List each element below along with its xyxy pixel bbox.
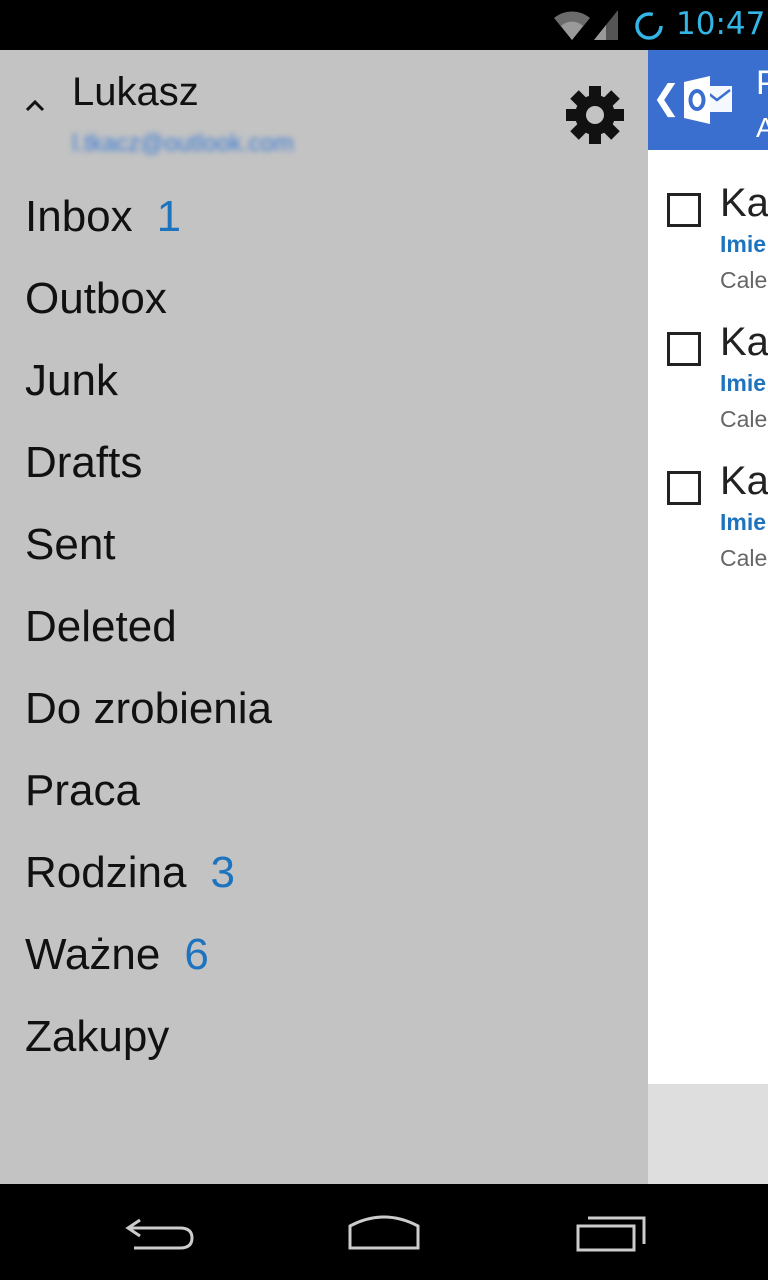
- navigation-drawer: Lukasz l.tkacz@outlook.com Inbox 1 Outbox…: [0, 50, 648, 1184]
- folder-item-deleted[interactable]: Deleted: [0, 590, 648, 672]
- folder-label: Inbox: [25, 192, 133, 241]
- task-checkbox[interactable]: [667, 471, 701, 505]
- header-subtitle: A: [756, 112, 768, 143]
- app-bar: [648, 1084, 768, 1184]
- home-icon[interactable]: [344, 1204, 424, 1260]
- unread-count-badge: 3: [210, 848, 235, 897]
- folder-label: Drafts: [25, 438, 143, 487]
- folder-item-sent[interactable]: Sent: [0, 508, 648, 590]
- system-nav-bar: [0, 1184, 768, 1280]
- folder-item-wazne[interactable]: Ważne 6: [0, 918, 648, 1000]
- folder-item-outbox[interactable]: Outbox: [0, 262, 648, 344]
- gear-icon[interactable]: [564, 84, 626, 146]
- folder-item-drafts[interactable]: Drafts: [0, 426, 648, 508]
- status-clock: 10:47: [676, 6, 766, 42]
- signal-icon: [594, 10, 618, 40]
- app-header: ❮ P A: [648, 50, 768, 150]
- folder-item-praca[interactable]: Praca: [0, 754, 648, 836]
- back-icon[interactable]: [120, 1204, 200, 1260]
- task-item[interactable]: Ka Imie Cale: [648, 459, 768, 591]
- folder-item-junk[interactable]: Junk: [0, 344, 648, 426]
- folder-label: Sent: [25, 520, 116, 569]
- status-bar: 10:47: [0, 0, 768, 50]
- folder-label: Ważne: [25, 930, 161, 979]
- task-title: Ka: [720, 181, 768, 225]
- unread-count-badge: 6: [184, 930, 209, 979]
- task-list-name: Imie: [720, 370, 767, 396]
- account-name[interactable]: Lukasz: [72, 70, 199, 115]
- task-list-name: Imie: [720, 231, 767, 257]
- sync-icon: [635, 12, 663, 40]
- recent-apps-icon[interactable]: [572, 1204, 652, 1260]
- wifi-icon: [554, 11, 590, 41]
- chevron-up-icon[interactable]: [20, 90, 50, 120]
- folder-label: Praca: [25, 766, 140, 815]
- task-checkbox[interactable]: [667, 332, 701, 366]
- task-title: Ka: [720, 320, 768, 364]
- folder-label: Zakupy: [25, 1012, 170, 1061]
- task-list-name: Imie: [720, 509, 767, 535]
- account-email: l.tkacz@outlook.com: [72, 130, 294, 157]
- task-content-panel: ❮ P A Ka Imie Cale Ka Imie Cale Ka Imie …: [648, 50, 768, 1184]
- back-chevron-icon[interactable]: ❮: [652, 78, 681, 118]
- task-meta: Cale: [720, 267, 768, 293]
- folder-label: Do zrobienia: [25, 684, 273, 733]
- task-meta: Cale: [720, 545, 768, 571]
- folder-label: Deleted: [25, 602, 177, 651]
- task-title: Ka: [720, 459, 768, 503]
- folder-label: Rodzina: [25, 848, 187, 897]
- folder-label: Outbox: [25, 274, 167, 323]
- header-title: P: [756, 64, 768, 102]
- task-item[interactable]: Ka Imie Cale: [648, 181, 768, 313]
- unread-count-badge: 1: [156, 192, 182, 241]
- outlook-logo-icon: [684, 76, 732, 124]
- task-checkbox[interactable]: [667, 193, 701, 227]
- folder-item-rodzina[interactable]: Rodzina 3: [0, 836, 648, 918]
- folder-item-inbox[interactable]: Inbox 1: [0, 180, 648, 262]
- task-meta: Cale: [720, 406, 768, 432]
- folder-label: Junk: [25, 356, 118, 405]
- folder-item-do-zrobienia[interactable]: Do zrobienia: [0, 672, 648, 754]
- folder-item-zakupy[interactable]: Zakupy: [0, 1000, 648, 1082]
- task-item[interactable]: Ka Imie Cale: [648, 320, 768, 452]
